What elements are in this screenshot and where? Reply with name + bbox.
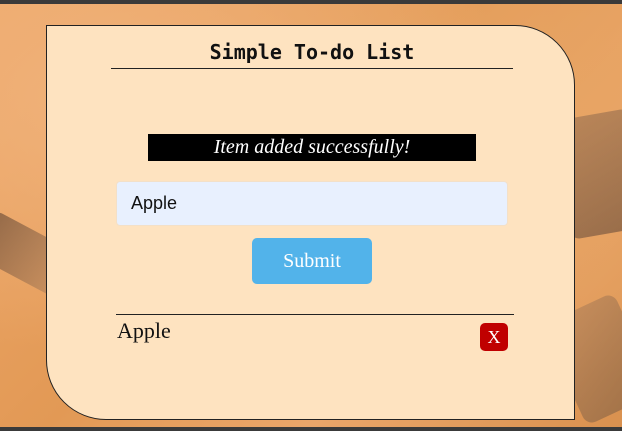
todo-card: Simple To-do List Item added successfull… — [46, 25, 575, 420]
success-banner: Item added successfully! — [148, 134, 476, 161]
list-divider — [116, 314, 514, 315]
submit-button[interactable]: Submit — [252, 238, 372, 284]
list-item-label: Apple — [117, 318, 171, 343]
page-title: Simple To-do List — [111, 40, 513, 69]
delete-item-button[interactable]: X — [480, 323, 508, 351]
todo-input[interactable] — [116, 181, 508, 226]
